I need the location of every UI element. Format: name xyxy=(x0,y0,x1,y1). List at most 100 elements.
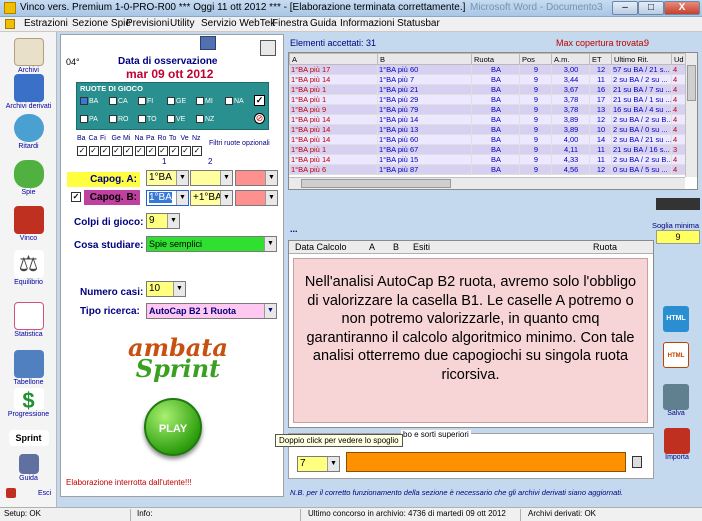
ruota-checkbox-ro[interactable]: RO xyxy=(109,115,129,126)
ruota-checkbox-pa[interactable]: PA xyxy=(80,115,100,126)
sidebar-item-equilibrio[interactable]: ⚖ Equilibrio xyxy=(0,250,57,286)
column-header-pos[interactable]: Pos xyxy=(519,53,552,65)
hscrollbar-thumb[interactable] xyxy=(301,179,451,188)
menu-sezione-spie[interactable]: Sezione Spie xyxy=(72,18,131,29)
ruota-checkbox-to[interactable]: TO xyxy=(138,115,158,126)
clear-all-icon[interactable]: ⊘ xyxy=(254,113,265,124)
ruota-checkbox-ge[interactable]: GE xyxy=(167,97,187,108)
capog-a-1-select[interactable]: 1°BA ▼ xyxy=(146,170,189,186)
ruota-checkbox-ve[interactable]: VE xyxy=(167,115,187,126)
menu-estrazioni[interactable]: Estrazioni xyxy=(24,18,68,29)
trash-icon[interactable] xyxy=(632,456,642,468)
table-row[interactable]: 1°BA più 9 1°BA più 79 BA 9 3,78 13 16 su BA /… xyxy=(289,104,687,115)
ruota-checkbox-na[interactable]: NA xyxy=(225,97,245,108)
table-horizontal-scrollbar[interactable] xyxy=(289,177,685,189)
import-button[interactable]: Importa xyxy=(660,428,694,461)
ruota-checkbox-fi[interactable]: FI xyxy=(138,97,158,108)
filter-checkbox-ca[interactable]: ✓ xyxy=(88,146,99,156)
colpi-select[interactable]: 9 ▼ xyxy=(146,213,180,229)
export-html2-button[interactable]: HTML xyxy=(662,342,690,368)
table-vertical-scrollbar[interactable] xyxy=(685,53,697,177)
sidebar-item-tabellone[interactable]: Tabellone xyxy=(0,350,57,386)
sorti-result-field[interactable] xyxy=(346,452,626,472)
table-row[interactable]: 1°BA più 14 1°BA più 13 BA 9 3,89 10 2 su BA /… xyxy=(289,124,687,135)
capog-b-2-select[interactable]: +1°BA ▼ xyxy=(190,190,233,206)
sidebar-item-ritardi[interactable]: Ritardi xyxy=(0,114,57,150)
ruota-checkbox-ba[interactable]: BA xyxy=(80,97,100,108)
filter-checkbox-fi[interactable]: ✓ xyxy=(100,146,110,156)
menu-servizio-webtek[interactable]: Servizio WebTek xyxy=(201,18,275,29)
soglia-minima-input[interactable]: 9 xyxy=(656,230,700,244)
filter-checkbox-ge[interactable]: ✓ xyxy=(111,146,122,156)
table-row[interactable]: 1°BA più 14 1°BA più 7 BA 9 3,44 11 2 su BA / … xyxy=(289,74,687,85)
menu-informazioni[interactable]: Informazioni xyxy=(340,18,394,29)
table-row[interactable]: 1°BA più 6 1°BA più 87 BA 9 4,56 12 0 su BA / … xyxy=(289,164,687,175)
menu-app-icon[interactable] xyxy=(5,19,15,29)
column-header-b[interactable]: B xyxy=(377,53,472,65)
filter-checkbox-pa[interactable]: ✓ xyxy=(146,146,156,156)
numero-casi-select[interactable]: 10 ▼ xyxy=(146,281,186,297)
ruota-checkbox-nz[interactable]: NZ xyxy=(196,115,216,126)
save-button[interactable]: Salva xyxy=(660,384,692,417)
capog-b-3-select[interactable]: ▼ xyxy=(235,190,278,206)
filter-checkbox-ro[interactable]: ✓ xyxy=(157,146,168,156)
filter-checkbox-nz[interactable]: ✓ xyxy=(192,146,202,156)
sorti-select[interactable]: 7 ▼ xyxy=(297,456,340,472)
maximize-button[interactable]: □ xyxy=(638,1,664,15)
table-row[interactable]: 1°BA più 14 1°BA più 60 BA 9 4,00 14 2 su BA /… xyxy=(289,134,687,145)
filter-checkbox-ba[interactable]: ✓ xyxy=(77,146,87,156)
copy-icon[interactable] xyxy=(260,40,276,56)
table-row[interactable]: 1°BA più 14 1°BA più 15 BA 9 4,33 11 2 su BA /… xyxy=(289,154,687,165)
sidebar-exit-label[interactable]: Esci xyxy=(38,490,51,497)
menu-statusbar[interactable]: Statusbar xyxy=(397,18,440,29)
table-row[interactable]: 1°BA più 17 1°BA più 60 BA 9 3,00 12 57 su BA … xyxy=(289,64,687,75)
cosa-studiare-select[interactable]: Spie semplici ▼ xyxy=(146,236,277,252)
column-header-a[interactable]: A xyxy=(289,53,378,65)
ruota-checkbox-mi[interactable]: MI xyxy=(196,97,216,108)
filter-checkbox-to[interactable]: ✓ xyxy=(169,146,179,156)
select-all-checkbox[interactable]: ✓ xyxy=(254,95,265,106)
column-header-ruota[interactable]: Ruota xyxy=(471,53,520,65)
sidebar-item-guida[interactable]: Guida xyxy=(0,454,57,482)
header-b[interactable]: B xyxy=(393,242,399,252)
sidebar-item-archivi-derivati[interactable]: Archivi derivati xyxy=(0,74,57,110)
column-header-am[interactable]: A.m. xyxy=(551,53,590,65)
play-button[interactable]: PLAY xyxy=(144,398,202,456)
sidebar-item-statistica[interactable]: Statistica xyxy=(0,302,57,338)
column-header-ultimo-rit[interactable]: Ultimo Rit. xyxy=(611,53,672,65)
header-a[interactable]: A xyxy=(369,242,375,252)
minimize-button[interactable]: – xyxy=(612,1,638,15)
filter-checkbox-mi[interactable]: ✓ xyxy=(123,146,133,156)
menu-finestra[interactable]: Finestra xyxy=(272,18,308,29)
sidebar-item-archivi[interactable]: Archivi xyxy=(0,38,57,74)
menu-utility[interactable]: Utility xyxy=(170,18,194,29)
ruota-checkbox-ca[interactable]: CA xyxy=(109,97,129,108)
calendar-icon[interactable] xyxy=(200,36,216,50)
table-row[interactable]: 1°BA più 1 1°BA più 67 BA 9 4,11 11 21 su BA /… xyxy=(289,144,687,155)
menu-previsioni[interactable]: Previsioni xyxy=(126,18,169,29)
table-row[interactable]: 1°BA più 14 1°BA più 14 BA 9 3,89 12 2 su BA /… xyxy=(289,114,687,125)
table-row[interactable]: 1°BA più 1 1°BA più 29 BA 9 3,78 17 21 su BA /… xyxy=(289,94,687,105)
capog-a-3-select[interactable]: ▼ xyxy=(235,170,278,186)
capog-b-checkbox[interactable]: ✓ xyxy=(71,192,81,202)
table-row[interactable]: 1°BA più 1 1°BA più 21 BA 9 3,67 16 21 su BA /… xyxy=(289,84,687,95)
exit-icon[interactable] xyxy=(6,488,16,498)
capog-a-2-select[interactable]: ▼ xyxy=(190,170,233,186)
close-button[interactable]: X xyxy=(664,1,700,15)
header-data-calcolo[interactable]: Data Calcolo xyxy=(295,242,347,252)
header-esiti[interactable]: Esiti xyxy=(413,242,430,252)
sidebar-item-progressione[interactable]: $ Progressione xyxy=(0,388,57,418)
header-ruota[interactable]: Ruota xyxy=(593,242,617,252)
sidebar-item-spie[interactable]: Spie xyxy=(0,160,57,196)
sidebar-item-sprint[interactable]: Sprint xyxy=(0,430,57,446)
results-grid[interactable]: A B Ruota Pos A.m. ET Ultimo Rit. Ud 1°B… xyxy=(288,52,698,190)
column-header-et[interactable]: ET xyxy=(589,53,612,65)
capog-b-1-select[interactable]: 1°BA ▼ xyxy=(146,190,189,206)
filter-checkbox-na[interactable]: ✓ xyxy=(134,146,145,156)
tipo-ricerca-select[interactable]: AutoCap B2 1 Ruota ▼ xyxy=(146,303,277,319)
filter-checkbox-ve[interactable]: ✓ xyxy=(180,146,191,156)
menu-guida[interactable]: Guida xyxy=(310,18,337,29)
sidebar-item-vinco[interactable]: Vinco xyxy=(0,206,57,242)
scrollbar-thumb[interactable] xyxy=(687,65,696,101)
export-html-button[interactable]: HTML xyxy=(662,306,690,332)
